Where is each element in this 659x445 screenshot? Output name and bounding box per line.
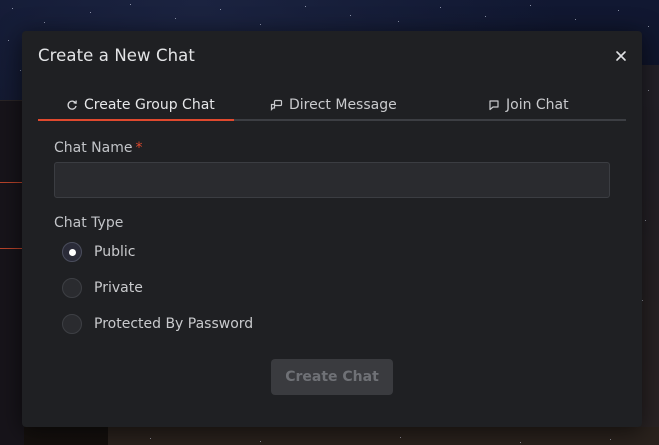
star xyxy=(305,6,306,7)
create-chat-button[interactable]: Create Chat xyxy=(271,359,393,395)
star xyxy=(350,15,351,16)
star xyxy=(8,40,9,41)
star xyxy=(12,8,13,9)
tab-label: Direct Message xyxy=(289,97,397,113)
star xyxy=(20,70,21,71)
close-icon xyxy=(616,51,626,61)
tab-label: Join Chat xyxy=(506,97,569,113)
star xyxy=(175,18,176,19)
chat-name-label-text: Chat Name xyxy=(54,140,133,156)
background-panel-bottom xyxy=(108,427,659,445)
radio-option-protected[interactable]: Protected By Password xyxy=(62,313,253,335)
create-chat-modal: Create a New Chat Create Group Chat Dire… xyxy=(22,31,642,427)
background-panel-left xyxy=(0,100,24,445)
refresh-chat-icon xyxy=(67,100,77,110)
background-accent-line xyxy=(0,182,24,183)
radio-button[interactable] xyxy=(62,314,82,334)
close-button[interactable] xyxy=(614,49,628,63)
chat-name-input[interactable] xyxy=(54,162,610,198)
star xyxy=(440,7,441,8)
star xyxy=(485,16,486,17)
star xyxy=(530,5,531,6)
star xyxy=(44,22,45,23)
star xyxy=(575,19,576,20)
background-accent-line xyxy=(0,248,24,249)
star xyxy=(610,439,611,440)
chat-bubbles-icon xyxy=(270,99,283,111)
modal-title: Create a New Chat xyxy=(38,46,195,65)
radio-label: Protected By Password xyxy=(94,316,254,332)
chat-mode-tabs: Create Group Chat Direct Message Join Ch… xyxy=(38,89,626,121)
star xyxy=(398,21,399,22)
radio-label: Private xyxy=(94,280,143,296)
tab-create-group-chat[interactable]: Create Group Chat xyxy=(66,89,215,121)
star xyxy=(130,4,131,5)
star xyxy=(220,9,221,10)
radio-button[interactable] xyxy=(62,242,82,262)
star xyxy=(260,441,261,442)
radio-option-private[interactable]: Private xyxy=(62,277,143,299)
active-tab-indicator xyxy=(38,119,234,121)
background-panel-right xyxy=(639,65,659,445)
chat-type-label: Chat Type xyxy=(54,215,124,231)
star xyxy=(400,437,401,438)
star xyxy=(645,220,646,221)
star xyxy=(150,438,151,439)
radio-selected-dot xyxy=(68,248,76,256)
chat-bubble-icon xyxy=(489,100,499,111)
star xyxy=(520,442,521,443)
star xyxy=(648,26,649,27)
tab-join-chat[interactable]: Join Chat xyxy=(488,89,569,121)
star xyxy=(648,90,649,91)
star xyxy=(260,24,261,25)
required-marker: * xyxy=(135,140,143,156)
star xyxy=(642,300,643,301)
star xyxy=(618,10,619,11)
tab-label: Create Group Chat xyxy=(84,97,215,113)
radio-label: Public xyxy=(94,244,136,260)
radio-option-public[interactable]: Public xyxy=(62,241,135,263)
radio-button[interactable] xyxy=(62,278,82,298)
chat-name-label: Chat Name * xyxy=(54,140,142,156)
star xyxy=(90,12,91,13)
tab-direct-message[interactable]: Direct Message xyxy=(270,89,397,121)
